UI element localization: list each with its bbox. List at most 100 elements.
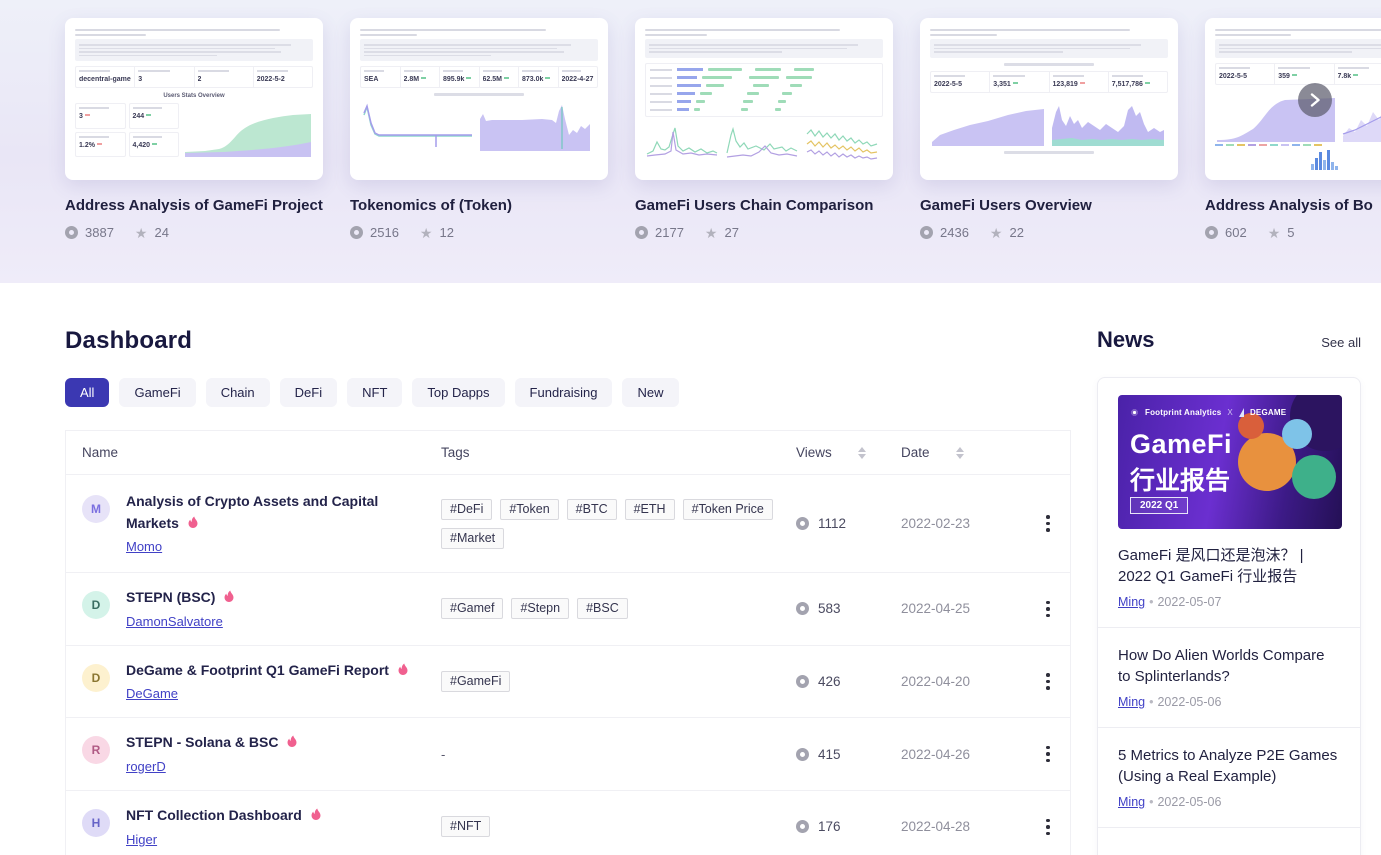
author-link[interactable]: DeGame	[126, 686, 178, 701]
row-menu-button[interactable]	[1042, 815, 1054, 840]
tab-all[interactable]: All	[65, 378, 110, 407]
featured-card-stats: 602 ★ 5	[1205, 225, 1381, 240]
thumb-line-chart	[806, 128, 878, 160]
featured-card-title[interactable]: Address Analysis of GameFi Project	[65, 197, 323, 214]
news-item-title[interactable]: What Is So Innovative About Crazy	[1118, 851, 1340, 855]
stars-count: 22	[1009, 225, 1024, 240]
star-icon: ★	[419, 224, 433, 241]
column-header-tags: Tags	[441, 445, 470, 460]
carousel-next-button[interactable]	[1298, 83, 1332, 117]
featured-card-3[interactable]: GameFi Users Chain Comparison 2177 ★ 27	[635, 18, 893, 240]
tag-chip[interactable]: #BSC	[577, 598, 628, 620]
featured-card-stats: 2177 ★ 27	[635, 225, 893, 240]
avatar: M	[82, 494, 110, 523]
featured-card-5[interactable]: 2022-5-5 359 7.8k 4	[1205, 18, 1381, 240]
thumb-text-lines	[360, 29, 598, 36]
dashboard-title-link[interactable]: DeGame & Footprint Q1 GameFi Report	[126, 662, 389, 678]
featured-card-title[interactable]: GameFi Users Chain Comparison	[635, 197, 893, 214]
banner-logos: Footprint Analytics X DEGAME	[1130, 408, 1286, 417]
column-header-date: Date	[901, 445, 1026, 460]
featured-card-title[interactable]: GameFi Users Overview	[920, 197, 1178, 214]
chevron-right-icon	[1310, 93, 1320, 107]
news-item[interactable]: Footprint Analytics X DEGAME GameFi 行业报告…	[1098, 378, 1360, 628]
tag-chip[interactable]: #ETH	[624, 498, 675, 520]
avatar: D	[82, 591, 110, 619]
sort-icon[interactable]	[857, 446, 866, 459]
tag-chip[interactable]: #BTC	[566, 498, 617, 520]
fire-icon	[310, 808, 322, 821]
tab-defi[interactable]: DeFi	[279, 378, 338, 407]
featured-card-4[interactable]: 2022-5-5 3,351 123,819 7,517,786 GameFi …	[920, 18, 1178, 240]
table-row[interactable]: M Analysis of Crypto Assets and Capital …	[66, 475, 1070, 573]
news-item-title[interactable]: 5 Metrics to Analyze P2E Games (Using a …	[1118, 745, 1340, 787]
news-author-link[interactable]: Ming	[1118, 795, 1145, 809]
tag-chip[interactable]: #Token	[500, 498, 559, 520]
news-item-title[interactable]: GameFi 是风口还是泡沫？ | 2022 Q1 GameFi 行业报告	[1118, 545, 1340, 587]
news-author-link[interactable]: Ming	[1118, 695, 1145, 709]
tab-new[interactable]: New	[622, 378, 679, 407]
thumb-area-chart	[1342, 111, 1381, 142]
author-link[interactable]: DamonSalvatore	[126, 614, 223, 629]
author-link[interactable]: Momo	[126, 539, 162, 554]
thumb-kpi-row: decentral-games 3 2 2022-5-2	[75, 66, 313, 88]
tag-chip[interactable]: #NFT	[441, 816, 491, 838]
dashboard-title-link[interactable]: STEPN - Solana & BSC	[126, 734, 278, 750]
table-row[interactable]: H NFT Collection Dashboard Higer #NFT 17…	[66, 791, 1070, 855]
tab-gamefi[interactable]: GameFi	[119, 378, 196, 407]
thumb-note-panel	[930, 39, 1168, 58]
featured-card-title[interactable]: Address Analysis of Bo	[1205, 197, 1381, 214]
tab-nft[interactable]: NFT	[347, 378, 403, 407]
news-item-title[interactable]: How Do Alien Worlds Compare to Splinterl…	[1118, 645, 1340, 687]
table-row[interactable]: R STEPN - Solana & BSC rogerD - 415 2022…	[66, 718, 1070, 792]
featured-card-stats: 2436 ★ 22	[920, 225, 1178, 240]
featured-card-2[interactable]: SEA 2.8M 895.9k 62.5M 873.0k 2022-4-27 T…	[350, 18, 608, 240]
dashboard-title-link[interactable]: NFT Collection Dashboard	[126, 807, 302, 823]
date-cell: 2022-02-23	[901, 516, 971, 531]
views-count: 2436	[940, 225, 969, 240]
tag-chip[interactable]: #Market	[441, 527, 505, 549]
tag-chip[interactable]: #Stepn	[511, 598, 570, 620]
page: decentral-games 3 2 2022-5-2 Users Stats…	[0, 0, 1381, 855]
kpi-value: 2022-5-2	[256, 76, 285, 83]
stars-count: 12	[439, 225, 454, 240]
see-all-link[interactable]: See all	[1321, 335, 1361, 350]
featured-card-title[interactable]: Tokenomics of (Token)	[350, 197, 608, 214]
featured-card-1[interactable]: decentral-games 3 2 2022-5-2 Users Stats…	[65, 18, 323, 240]
views-cell: 176	[796, 819, 901, 834]
row-menu-button[interactable]	[1042, 511, 1054, 536]
tab-chain[interactable]: Chain	[205, 378, 270, 407]
author-link[interactable]: rogerD	[126, 759, 166, 774]
row-menu-button[interactable]	[1042, 669, 1054, 694]
table-row[interactable]: D STEPN (BSC) DamonSalvatore #Gamef #Ste…	[66, 573, 1070, 646]
thumb-text-lines	[930, 29, 1168, 36]
tag-chip[interactable]: #Token Price	[682, 498, 773, 520]
row-menu-button[interactable]	[1042, 597, 1054, 622]
degame-logo-icon	[1238, 408, 1244, 417]
sort-icon[interactable]	[955, 446, 964, 459]
tag-chip[interactable]: #GameFi	[441, 671, 511, 693]
tag-chip[interactable]: #Gamef	[441, 598, 504, 620]
views-icon	[796, 820, 809, 834]
news-item[interactable]: How Do Alien Worlds Compare to Splinterl…	[1098, 628, 1360, 728]
row-menu-button[interactable]	[1042, 742, 1054, 767]
author-link[interactable]: Higer	[126, 832, 157, 847]
tab-top-dapps[interactable]: Top Dapps	[412, 378, 505, 407]
news-item[interactable]: What Is So Innovative About Crazy	[1098, 828, 1360, 855]
thumb-kpi-row: SEA 2.8M 895.9k 62.5M 873.0k 2022-4-27	[360, 66, 598, 88]
tag-chip[interactable]: #DeFi	[441, 498, 493, 520]
featured-card-stats: 3887 ★ 24	[65, 225, 323, 240]
views-count: 3887	[85, 225, 114, 240]
dashboard-title-link[interactable]: STEPN (BSC)	[126, 589, 215, 605]
news-item[interactable]: 5 Metrics to Analyze P2E Games (Using a …	[1098, 728, 1360, 828]
fire-icon	[187, 516, 199, 529]
date-cell: 2022-04-28	[901, 819, 971, 835]
tab-fundraising[interactable]: Fundraising	[514, 378, 613, 407]
views-icon	[350, 226, 363, 239]
thumb-substats: 3 244 1.2% 4,420	[75, 103, 179, 157]
news-banner[interactable]: Footprint Analytics X DEGAME GameFi 行业报告…	[1118, 395, 1342, 529]
news-author-link[interactable]: Ming	[1118, 595, 1145, 609]
table-row[interactable]: D DeGame & Footprint Q1 GameFi Report De…	[66, 646, 1070, 719]
thumb-bar-chart	[1311, 149, 1338, 170]
dashboard-title-link[interactable]: Analysis of Crypto Assets and Capital Ma…	[126, 493, 378, 531]
fire-icon	[397, 663, 409, 676]
